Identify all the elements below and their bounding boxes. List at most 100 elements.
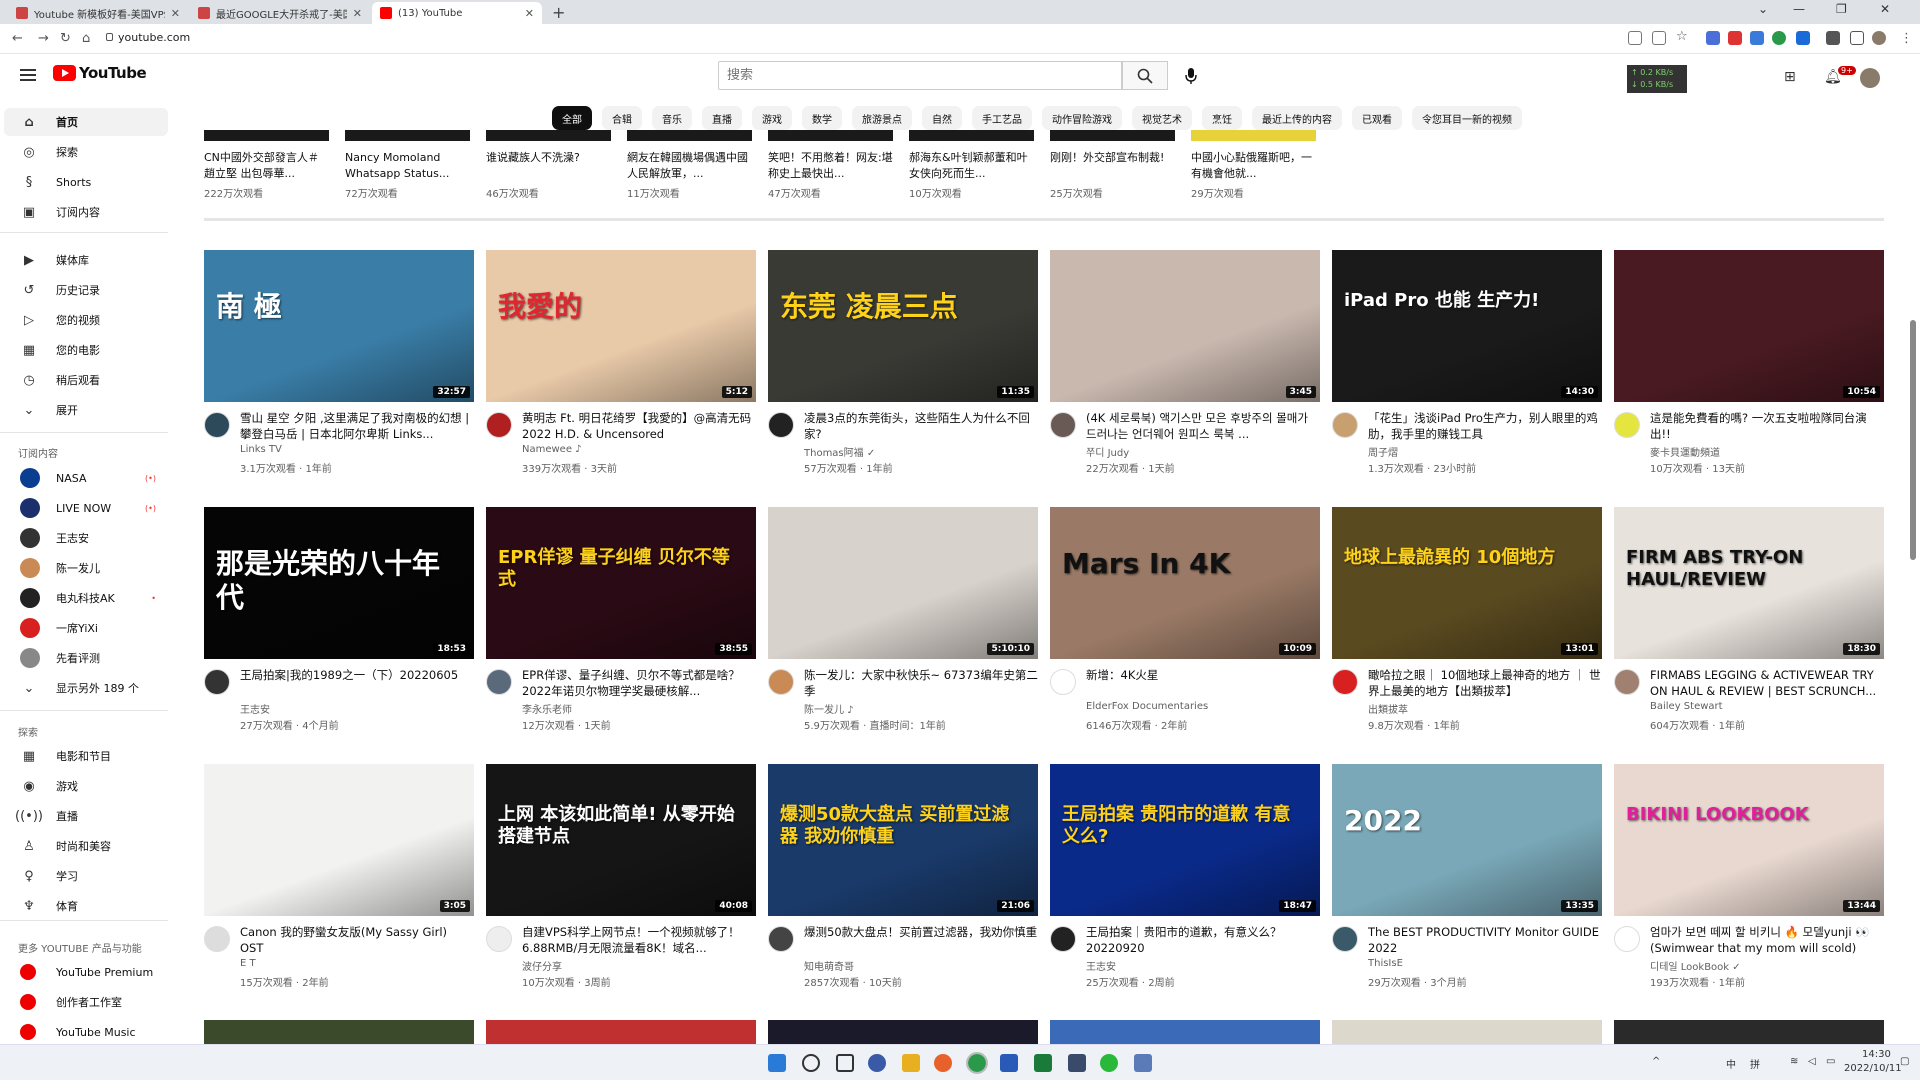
sidebar-item[interactable]: ▶ 媒体库 [0,246,168,274]
reload-icon[interactable]: ↻ [60,31,71,46]
channel-avatar[interactable] [1614,412,1640,438]
short-item[interactable]: CN中國外交部發言人＃趙立堅 出包辱華... 222万次观看 [204,150,329,200]
browser-menu-icon[interactable]: ⋮ [1900,31,1913,46]
short-title[interactable]: 刚刚！外交部宣布制裁! [1050,150,1175,182]
video-thumbnail[interactable]: 那是光荣的八十年代 18:53 [204,507,474,659]
filter-chip[interactable]: 自然 [922,106,962,130]
video-card[interactable]: 爆测50款大盘点 买前置过滤器 我劝你慎重 21:06 爆测50款大盘点！买前置过滤… [768,764,1038,994]
short-title[interactable]: 谁说藏族人不洗澡? [486,150,611,182]
profile-avatar[interactable] [1872,31,1886,45]
volume-icon[interactable]: ◁ [1808,1056,1816,1067]
close-tab-icon[interactable]: ✕ [353,7,362,20]
channel-name[interactable]: E T [240,958,256,969]
channel-name[interactable]: ElderFox Documentaries [1086,701,1208,712]
browser-tab-2[interactable]: 最近GOOGLE大开杀戒了-美国V... ✕ [190,2,370,24]
filter-chip[interactable]: 直播 [702,106,742,130]
video-title[interactable]: 「花生」浅谈iPad Pro生产力，别人眼里的鸡肋，我手里的赚钱工具 [1368,410,1602,442]
close-window-button[interactable]: ✕ [1880,2,1890,16]
video-thumbnail[interactable] [1050,1020,1320,1044]
puzzle-icon[interactable] [1826,31,1840,45]
extension-icon[interactable] [1728,31,1742,45]
video-card[interactable]: 我愛的 5:12 黄明志 Ft. 明日花绮罗【我愛的】@高清无码 2022 H.D.… [486,250,756,480]
video-thumbnail[interactable]: 爆测50款大盘点 买前置过滤器 我劝你慎重 21:06 [768,764,1038,916]
channel-avatar[interactable] [486,926,512,952]
short-thumbnail[interactable] [1191,130,1316,141]
video-title[interactable]: 雪山 星空 夕阳 ,这里满足了我对南极的幻想 | 攀登白马岳 | 日本北阿尔卑斯… [240,410,474,442]
video-title[interactable]: 這是能免費看的嗎? 一次五支啦啦隊同台演出!! [1650,410,1884,442]
channel-avatar[interactable] [1332,412,1358,438]
clock-time[interactable]: 14:30 [1862,1049,1891,1060]
sidebar-item[interactable]: ⌄ 展开 [0,396,168,424]
video-card[interactable]: 5:10:10 陈一发儿：大家中秋快乐~ 67373编年史第二季 陈一发儿 ♪ 5.9… [768,507,1038,737]
channel-name[interactable]: 王志安 [240,701,270,716]
chevron-down-icon[interactable]: ⌄ [1758,2,1768,16]
filter-chip[interactable]: 烹饪 [1202,106,1242,130]
filter-chip[interactable]: 全部 [552,106,592,130]
app-icon[interactable] [1068,1054,1086,1072]
sidebar-item[interactable]: ▷ 您的视频 [0,306,168,334]
short-thumbnail[interactable] [486,130,611,141]
short-item[interactable]: 笑吧！不用憋着！网友:堪称史上最快出... 47万次观看 [768,150,893,200]
short-item[interactable]: 谁说藏族人不洗澡? 46万次观看 [486,150,611,200]
video-thumbnail[interactable] [1332,1020,1602,1044]
video-thumbnail[interactable]: iPad Pro 也能 生产力! 14:30 [1332,250,1602,402]
close-tab-icon[interactable]: ✕ [171,7,180,20]
channel-avatar[interactable] [1050,669,1076,695]
video-card[interactable]: 2022 13:35 The BEST PRODUCTIVITY Monitor G… [1332,764,1602,994]
video-thumbnail[interactable]: Mars In 4K 10:09 [1050,507,1320,659]
video-card[interactable]: 3:05 Canon 我的野蠻女友版(My Sassy Girl) OST E T 1… [204,764,474,994]
filter-chip[interactable]: 合辑 [602,106,642,130]
video-card[interactable]: 3:45 (4K 세로룩북) 액기스만 모은 후방주의 몰매가 드러나는 언더웨어… [1050,250,1320,480]
sidebar-item[interactable]: 陈一发儿 [0,554,168,582]
home-browser-icon[interactable]: ⌂ [82,31,90,46]
sidebar-item[interactable]: 先看评测 [0,644,168,672]
video-thumbnail[interactable]: 3:45 [1050,250,1320,402]
video-thumbnail[interactable]: 2022 13:35 [1332,764,1602,916]
filter-chip[interactable]: 最近上传的内容 [1252,106,1342,130]
channel-name[interactable]: 陈一发儿 ♪ [804,701,854,716]
back-icon[interactable]: ← [12,31,23,46]
sidebar-item[interactable]: ♆ 体育 [0,892,168,920]
filter-chip[interactable]: 旅游景点 [852,106,912,130]
sidebar-item[interactable]: 一席YiXi [0,614,168,642]
video-title[interactable]: 黄明志 Ft. 明日花绮罗【我愛的】@高清无码 2022 H.D. & Unce… [522,410,756,442]
sidebar-item[interactable]: ◉ 游戏 [0,772,168,800]
video-card[interactable]: FIRM ABS TRY-ON HAUL/REVIEW 18:30 FIRMABS … [1614,507,1884,737]
notification-center-icon[interactable]: ▢ [1900,1056,1909,1067]
bookmark-star-icon[interactable]: ☆ [1676,29,1688,44]
video-card[interactable]: 王局拍案 贵阳市的道歉 有意义么? 18:47 王局拍案｜贵阳市的道歉，有意义么？2… [1050,764,1320,994]
minimize-button[interactable]: — [1793,2,1805,16]
channel-name[interactable]: Thomas阿福 ✓ [804,444,875,459]
video-card[interactable]: EPR佯谬 量子纠缠 贝尔不等式 38:55 EPR佯谬、量子纠缠、贝尔不等式都是啥… [486,507,756,737]
short-thumbnail[interactable] [1050,130,1175,141]
channel-avatar[interactable] [486,669,512,695]
short-thumbnail[interactable] [204,130,329,141]
url-field[interactable]: youtube.com [118,31,190,44]
restore-button[interactable]: ❐ [1836,2,1847,16]
video-title[interactable]: 瞰哈拉之眼｜ 10個地球上最神奇的地方 ｜ 世界上最美的地方【出類拔萃】 [1368,667,1602,699]
channel-name[interactable]: 李永乐老师 [522,701,572,716]
channel-avatar[interactable] [1332,669,1358,695]
video-title[interactable]: 新增：4K火星 [1086,667,1320,683]
app-icon[interactable] [868,1054,886,1072]
share-icon[interactable] [1652,31,1666,45]
short-title[interactable]: CN中國外交部發言人＃趙立堅 出包辱華... [204,150,329,182]
channel-avatar[interactable] [768,926,794,952]
video-card[interactable]: 地球上最詭異的 10個地方 13:01 瞰哈拉之眼｜ 10個地球上最神奇的地方 ｜ … [1332,507,1602,737]
video-title[interactable]: 凌晨3点的东莞街头，这些陌生人为什么不回家? [804,410,1038,442]
channel-name[interactable]: 周子熠 [1368,444,1398,459]
install-icon[interactable] [1628,31,1642,45]
video-card[interactable]: 东莞 凌晨三点 11:35 凌晨3点的东莞街头，这些陌生人为什么不回家? Thomas… [768,250,1038,480]
filter-chip[interactable]: 视觉艺术 [1132,106,1192,130]
video-title[interactable]: 엄마가 보면 떼찌 할 비키니 🔥 모델yunji 👀 (Swimwear th… [1650,924,1884,956]
short-item[interactable]: 中國小心點俄羅斯吧，一有機會他就... 29万次观看 [1191,150,1316,200]
video-thumbnail[interactable]: 上网 本该如此简单! 从零开始搭建节点 40:08 [486,764,756,916]
sidebar-item[interactable]: ♀ 学习 [0,862,168,890]
channel-name[interactable]: Bailey Stewart [1650,701,1723,712]
video-title[interactable]: Canon 我的野蠻女友版(My Sassy Girl) OST [240,924,474,956]
video-thumbnail[interactable] [486,1020,756,1044]
video-card[interactable]: Mars In 4K 10:09 新增：4K火星 ElderFox Documenta… [1050,507,1320,737]
filter-chip[interactable]: 手工艺品 [972,106,1032,130]
sidebar-item[interactable]: ▣ 订阅内容 [0,198,168,226]
sidebar-item[interactable]: ↺ 历史记录 [0,276,168,304]
